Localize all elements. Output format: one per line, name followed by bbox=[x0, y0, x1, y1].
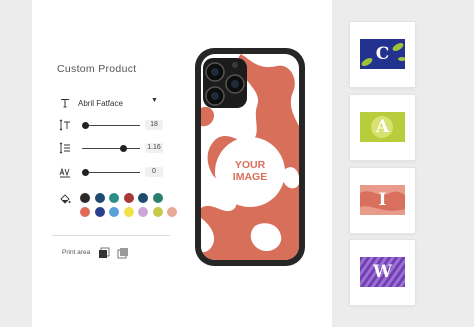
color-swatch[interactable] bbox=[80, 193, 90, 203]
color-swatch[interactable] bbox=[167, 207, 177, 217]
color-swatch[interactable] bbox=[138, 207, 148, 217]
color-swatch[interactable] bbox=[80, 207, 90, 217]
font-size-icon bbox=[58, 118, 72, 132]
design-thumbnail-image: A bbox=[360, 112, 405, 142]
font-name: Abril Fatface bbox=[78, 98, 123, 108]
font-selector[interactable]: Abril Fatface bbox=[58, 96, 123, 110]
letter-spacing-slider[interactable] bbox=[82, 172, 140, 173]
design-thumbnail-card[interactable]: I bbox=[350, 168, 415, 233]
color-swatch[interactable] bbox=[109, 193, 119, 203]
print-area-label: Print area bbox=[62, 249, 91, 256]
line-height-value[interactable]: 1.16 bbox=[145, 143, 163, 153]
design-thumbnail-card[interactable]: C bbox=[350, 22, 415, 87]
color-swatch[interactable] bbox=[152, 207, 163, 217]
font-size-value[interactable]: 18 bbox=[145, 120, 163, 130]
color-swatch[interactable] bbox=[123, 193, 134, 203]
paint-bucket-icon bbox=[58, 192, 72, 206]
thumbnail-letter: W bbox=[372, 262, 393, 282]
text-type-icon bbox=[58, 96, 72, 110]
case-color-blob bbox=[218, 225, 241, 249]
color-swatch[interactable] bbox=[152, 193, 163, 203]
line-height-icon bbox=[58, 141, 72, 155]
line-height-slider[interactable] bbox=[82, 148, 140, 149]
font-size-slider[interactable] bbox=[82, 125, 140, 126]
letter-spacing-slider-handle[interactable] bbox=[82, 168, 89, 176]
line-height-slider-handle[interactable] bbox=[119, 144, 127, 152]
design-thumbnail-image: C bbox=[360, 39, 405, 69]
camera-flash bbox=[232, 62, 238, 68]
color-swatch[interactable] bbox=[138, 193, 148, 203]
divider bbox=[52, 235, 170, 236]
placeholder-text-line2: IMAGE bbox=[233, 171, 267, 183]
font-size-slider-handle[interactable] bbox=[82, 121, 89, 129]
chevron-down-icon[interactable]: ▼ bbox=[151, 97, 158, 104]
color-swatch[interactable] bbox=[123, 207, 134, 217]
panel-title: Custom Product bbox=[57, 63, 137, 75]
thumbnail-letter: C bbox=[375, 44, 390, 64]
thumbnail-letter: A bbox=[375, 117, 390, 137]
design-thumbnail-image: W bbox=[360, 257, 405, 287]
letter-spacing-icon bbox=[58, 165, 72, 179]
phone-case-preview[interactable]: YOUR IMAGE bbox=[195, 48, 305, 266]
design-thumbnail-card[interactable]: W bbox=[350, 240, 415, 305]
color-swatch[interactable] bbox=[109, 207, 119, 217]
thumbnail-letter: I bbox=[378, 190, 387, 210]
placeholder-text-line1: YOUR bbox=[235, 159, 266, 171]
color-swatch[interactable] bbox=[94, 207, 105, 217]
letter-spacing-value[interactable]: 0 bbox=[145, 167, 163, 177]
print-area-front-icon[interactable] bbox=[98, 246, 110, 264]
color-swatch[interactable] bbox=[94, 193, 105, 203]
print-area-back-icon[interactable] bbox=[117, 246, 129, 264]
design-thumbnail-card[interactable]: A bbox=[350, 95, 415, 160]
design-thumbnail-image: I bbox=[360, 185, 405, 215]
